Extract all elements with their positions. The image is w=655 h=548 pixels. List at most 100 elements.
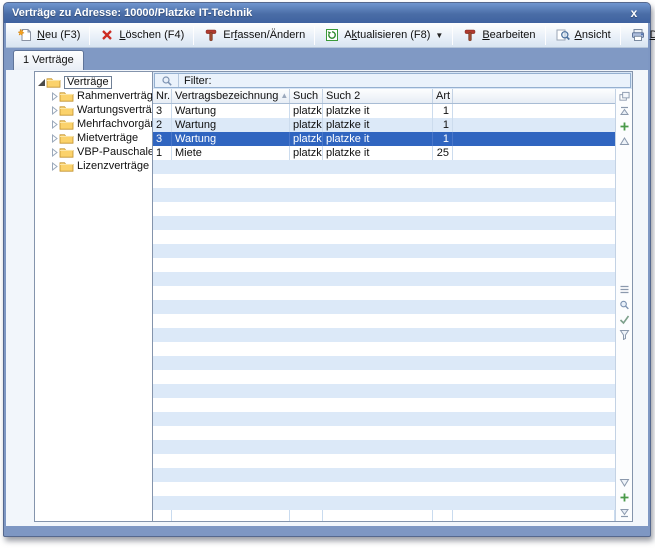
table-row-empty[interactable] — [153, 454, 615, 468]
column-header-such-1[interactable]: Such 1 — [290, 89, 323, 103]
tree-collapsed-icon[interactable] — [49, 106, 59, 115]
tree-item-mietvertraege[interactable]: Mietverträge — [36, 131, 151, 145]
table-row-empty[interactable] — [153, 216, 615, 230]
cell-art — [433, 174, 453, 188]
table-row-empty[interactable] — [153, 300, 615, 314]
tree-item-label: VBP-Pauschalen — [77, 146, 153, 158]
table-row[interactable]: 1Mieteplatzke itplatzke it25 — [153, 146, 615, 160]
cell-art — [433, 482, 453, 496]
toolbar-separator — [545, 26, 546, 45]
cell-such2: platzke it — [323, 146, 433, 160]
go-bottom-icon[interactable] — [619, 507, 630, 518]
tree-collapsed-icon[interactable] — [49, 134, 59, 143]
cell-vertragsbezeichnung — [172, 426, 290, 440]
filter-row[interactable]: Filter: — [153, 72, 632, 89]
search-icon[interactable] — [619, 299, 630, 310]
table-row-empty[interactable] — [153, 356, 615, 370]
table-row-empty[interactable] — [153, 496, 615, 510]
table-row[interactable]: 3Wartungplatzke itplatzke it1 — [153, 104, 615, 118]
cell-such1 — [290, 454, 323, 468]
table-row-empty[interactable] — [153, 314, 615, 328]
tree-collapsed-icon[interactable] — [49, 92, 59, 101]
cell-such1 — [290, 230, 323, 244]
cell-filler — [453, 356, 615, 370]
toolbar-button-ansicht[interactable]: Ansicht — [549, 24, 617, 46]
cell-such2: platzke it — [323, 104, 433, 118]
column-header-vertragsbezeichnung[interactable]: Vertragsbezeichnung▲ — [172, 89, 290, 103]
toolbar-button-erfassen-aendern[interactable]: Erfassen/Ändern — [197, 24, 311, 46]
toolbar-button-loeschen-f4[interactable]: Löschen (F4) — [93, 24, 190, 46]
add-icon[interactable] — [619, 492, 630, 503]
cell-vertragsbezeichnung: Miete — [172, 146, 290, 160]
cell-nr — [153, 230, 172, 244]
table-row-empty[interactable] — [153, 188, 615, 202]
cell-nr — [153, 440, 172, 454]
table-row[interactable]: 2Wartungplatzke itplatzke it1 — [153, 118, 615, 132]
down-icon[interactable] — [619, 477, 630, 488]
cell-filler — [453, 174, 615, 188]
up-icon[interactable] — [619, 136, 630, 147]
table-row-empty[interactable] — [153, 370, 615, 384]
toolbar-button-bearbeiten[interactable]: Bearbeiten — [456, 24, 541, 46]
tree-item-vbp-pauschalen[interactable]: VBP-Pauschalen — [36, 145, 151, 159]
cell-such1: platzke it — [290, 104, 323, 118]
table-row-empty[interactable] — [153, 328, 615, 342]
add-icon[interactable] — [619, 121, 630, 132]
check-icon[interactable] — [619, 314, 630, 325]
tab-vertraege[interactable]: 1 Verträge — [13, 50, 84, 70]
toolbar-button-neu-f3[interactable]: Neu (F3) — [11, 24, 86, 46]
cell-nr — [153, 384, 172, 398]
table-row-empty[interactable] — [153, 258, 615, 272]
menu-icon[interactable] — [619, 284, 630, 295]
grid-side-toolbar — [615, 89, 632, 521]
cell-such1 — [290, 482, 323, 496]
table-row-empty[interactable] — [153, 440, 615, 454]
close-icon[interactable]: x — [626, 5, 642, 21]
column-header-nr[interactable]: Nr. — [153, 89, 172, 103]
table-row-empty[interactable] — [153, 342, 615, 356]
table-row-empty[interactable] — [153, 202, 615, 216]
table-row-empty[interactable] — [153, 398, 615, 412]
tree-item-mehrfachvorgaenge[interactable]: Mehrfachvorgänge — [36, 117, 151, 131]
cell-such2 — [323, 328, 433, 342]
table-row-empty[interactable] — [153, 468, 615, 482]
tree-collapsed-icon[interactable] — [49, 148, 59, 157]
table-row-empty[interactable] — [153, 510, 615, 521]
tree-item-lizenzvertraege[interactable]: Lizenzverträge — [36, 159, 151, 173]
table-row-empty[interactable] — [153, 272, 615, 286]
cell-nr — [153, 482, 172, 496]
chevron-down-icon[interactable]: ▼ — [435, 31, 443, 40]
go-top-icon[interactable] — [619, 106, 630, 117]
column-header-art[interactable]: Art — [433, 89, 453, 103]
tree-item-vertraege[interactable]: Verträge — [36, 75, 151, 89]
tree-item-label: Mehrfachvorgänge — [77, 118, 153, 130]
tree-item-rahmenvertraege-kontrakte[interactable]: Rahmenverträge/Kontrakte — [36, 89, 151, 103]
table-row-empty[interactable] — [153, 482, 615, 496]
filter-icon[interactable] — [619, 329, 630, 340]
cell-filler — [453, 258, 615, 272]
table-row-empty[interactable] — [153, 426, 615, 440]
cell-art — [433, 342, 453, 356]
table-row-empty[interactable] — [153, 286, 615, 300]
cell-art — [433, 272, 453, 286]
search-icon[interactable] — [155, 74, 179, 87]
table-row-selected[interactable]: 3Wartungplatzke itplatzke it1 — [153, 132, 615, 146]
table-row-empty[interactable] — [153, 412, 615, 426]
table-row-empty[interactable] — [153, 244, 615, 258]
cell-vertragsbezeichnung: Wartung — [172, 104, 290, 118]
folder-icon — [59, 90, 74, 102]
tree-item-wartungsvertraege[interactable]: Wartungsverträge — [36, 103, 151, 117]
tree-expanded-icon[interactable] — [36, 78, 46, 87]
tree-collapsed-icon[interactable] — [49, 120, 59, 129]
cell-vertragsbezeichnung: Wartung — [172, 132, 290, 146]
table-row-empty[interactable] — [153, 230, 615, 244]
table-row-empty[interactable] — [153, 160, 615, 174]
table-row-empty[interactable] — [153, 384, 615, 398]
column-chooser-icon[interactable] — [619, 89, 630, 103]
cell-filler — [453, 440, 615, 454]
tree-collapsed-icon[interactable] — [49, 162, 59, 171]
toolbar-button-druckvorschau[interactable]: Druckvorschau — [624, 24, 655, 46]
toolbar-button-aktualisieren-f8[interactable]: Aktualisieren (F8)▼ — [318, 24, 449, 46]
column-header-such-2[interactable]: Such 2 — [323, 89, 433, 103]
table-row-empty[interactable] — [153, 174, 615, 188]
